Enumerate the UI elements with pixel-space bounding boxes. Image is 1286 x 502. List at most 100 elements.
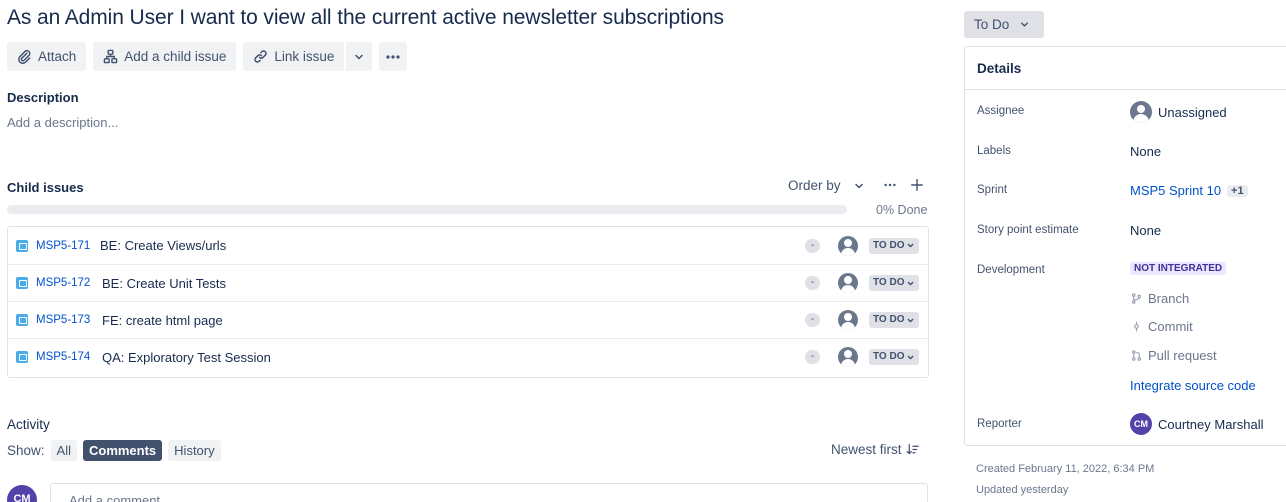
child-issues-heading: Child issues [7, 180, 84, 195]
link-issue-label: Link issue [274, 49, 335, 64]
chevron-down-icon [908, 318, 914, 322]
updated-timestamp: Updated yesterday [976, 484, 1069, 496]
more-horizontal-icon [386, 54, 400, 59]
status-lozenge[interactable]: TO DO [869, 349, 920, 365]
status-label: TO DO [873, 314, 905, 325]
status-label: TO DO [873, 277, 905, 288]
link-issue-button[interactable]: Link issue [243, 42, 345, 71]
attach-button[interactable]: Attach [7, 42, 87, 71]
create-child-issue-button[interactable] [910, 178, 924, 192]
branch-icon [1131, 293, 1142, 304]
story-points-badge: - [805, 276, 820, 290]
chevron-down-icon [1021, 22, 1029, 27]
child-issue-row[interactable]: MSP5-173 FE: create html page - TO DO [8, 301, 928, 338]
issue-key[interactable]: MSP5-174 [36, 351, 90, 363]
sort-descending-icon [906, 444, 919, 455]
assignee-value: Unassigned [1158, 104, 1227, 120]
child-issue-row[interactable]: MSP5-172 BE: Create Unit Tests - TO DO [8, 264, 928, 301]
filter-comments-button[interactable]: Comments [82, 440, 163, 461]
branch-label: Branch [1148, 291, 1190, 306]
unassigned-avatar-icon[interactable] [838, 347, 858, 367]
status-lozenge[interactable]: TO DO [869, 237, 920, 254]
issue-summary[interactable]: QA: Exploratory Test Session [102, 350, 271, 365]
created-timestamp: Created February 11, 2022, 6:34 PM [976, 463, 1155, 475]
chevron-down-icon [908, 281, 914, 285]
progress-label: 0% Done [876, 203, 928, 217]
sort-order-label: Newest first [831, 442, 902, 457]
commit-icon [1134, 321, 1139, 332]
reporter-field[interactable]: CM Courtney Marshall [1130, 413, 1264, 435]
labels-field[interactable]: None [1130, 144, 1161, 159]
story-icon [16, 277, 28, 289]
sprint-label: Sprint [977, 184, 1008, 196]
integrate-source-code-link[interactable]: Integrate source code [1130, 378, 1256, 393]
issue-summary[interactable]: BE: Create Unit Tests [102, 276, 226, 291]
order-by-button[interactable]: Order by [788, 178, 865, 193]
activity-filter-bar: Show: All Comments History [7, 440, 221, 461]
description-field[interactable]: Add a description... [7, 115, 118, 130]
labels-label: Labels [977, 145, 1011, 157]
sort-order-button[interactable]: Newest first [831, 442, 919, 457]
status-label: TO DO [873, 239, 905, 251]
issue-key[interactable]: MSP5-172 [36, 277, 90, 289]
add-child-issue-label: Add a child issue [124, 49, 227, 64]
filter-history-button[interactable]: History [168, 440, 221, 461]
child-issue-row[interactable]: MSP5-174 QA: Exploratory Test Session - … [8, 338, 928, 375]
unassigned-avatar-icon[interactable] [838, 235, 858, 256]
chevron-down-icon [355, 54, 364, 59]
assignee-field[interactable]: Unassigned [1130, 101, 1227, 123]
child-issue-row[interactable]: MSP5-171 BE: Create Views/urls - TO DO [8, 227, 928, 264]
description-heading: Description [7, 90, 79, 105]
more-actions-button[interactable] [379, 42, 408, 71]
reporter-value: Courtney Marshall [1158, 416, 1264, 432]
issue-summary[interactable]: FE: create html page [102, 313, 223, 328]
story-icon [16, 239, 28, 252]
development-label: Development [977, 264, 1045, 276]
issue-key[interactable]: MSP5-171 [36, 240, 90, 252]
status-lozenge[interactable]: TO DO [869, 275, 920, 291]
story-points-badge: - [805, 350, 820, 364]
child-issues-more-button[interactable] [883, 178, 897, 192]
show-label: Show: [7, 443, 45, 458]
pull-request-label: Pull request [1148, 348, 1217, 363]
details-panel: Details Assignee Unassigned Labels None … [964, 46, 1286, 446]
sprint-field[interactable]: MSP5 Sprint 10 +1 [1130, 183, 1248, 198]
chevron-down-icon [854, 183, 863, 188]
story-points-value: None [1130, 223, 1162, 238]
more-horizontal-icon [884, 183, 896, 187]
status-lozenge[interactable]: TO DO [869, 312, 920, 328]
details-heading[interactable]: Details [965, 47, 1286, 90]
link-issue-split-button: Link issue [243, 42, 373, 71]
hierarchy-icon [103, 49, 118, 64]
story-icon [16, 351, 28, 363]
story-points-field[interactable]: None [1130, 223, 1161, 238]
not-integrated-badge: NOT INTEGRATED [1130, 262, 1227, 275]
status-transition-button[interactable]: To Do [964, 11, 1044, 38]
filter-all-button[interactable]: All [50, 440, 77, 461]
unassigned-avatar-icon [1130, 101, 1152, 123]
sprint-extra-badge[interactable]: +1 [1227, 184, 1248, 197]
issue-summary[interactable]: BE: Create Views/urls [100, 238, 226, 253]
reporter-label: Reporter [977, 418, 1022, 430]
reporter-avatar: CM [1130, 413, 1152, 435]
status-button-label: To Do [974, 17, 1010, 32]
attach-label: Attach [38, 49, 77, 64]
status-label: TO DO [873, 351, 905, 362]
story-points-badge: - [805, 313, 820, 327]
issue-title[interactable]: As an Admin User I want to view all the … [7, 6, 724, 30]
pull-request-item: Pull request [1131, 348, 1217, 363]
commit-item: Commit [1131, 319, 1193, 334]
sprint-value[interactable]: MSP5 Sprint 10 [1130, 183, 1221, 198]
issue-key[interactable]: MSP5-173 [36, 314, 90, 326]
unassigned-avatar-icon[interactable] [838, 310, 858, 330]
chevron-down-icon [908, 355, 914, 359]
comment-input[interactable]: Add a comment... [50, 483, 928, 502]
labels-value: None [1130, 144, 1162, 159]
assignee-label: Assignee [977, 105, 1025, 117]
unassigned-avatar-icon[interactable] [838, 273, 858, 293]
add-child-issue-button[interactable]: Add a child issue [93, 42, 237, 71]
child-issues-list: MSP5-171 BE: Create Views/urls - TO DO M… [7, 226, 929, 378]
child-issues-progress-bar [7, 205, 847, 214]
link-issue-dropdown[interactable] [346, 42, 373, 71]
commit-label: Commit [1148, 319, 1193, 334]
